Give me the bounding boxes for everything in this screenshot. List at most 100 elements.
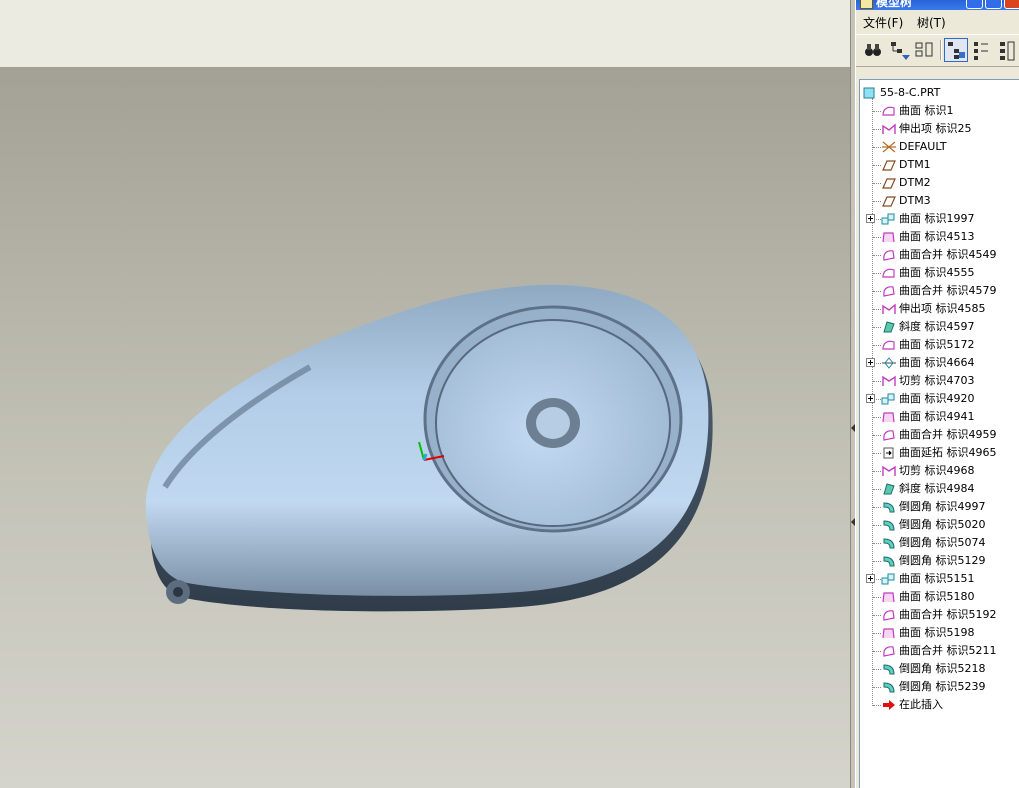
menu-file[interactable]: 文件(F) xyxy=(863,14,903,31)
merge-icon xyxy=(883,250,895,261)
datum-plane-icon xyxy=(882,196,896,207)
close-button[interactable] xyxy=(1004,0,1019,9)
tree-item[interactable]: 曲面 标识5172 xyxy=(860,336,1019,354)
tree-connector xyxy=(873,471,881,472)
tree-item[interactable]: 斜度 标识4597 xyxy=(860,318,1019,336)
maximize-button[interactable] xyxy=(985,0,1002,9)
tree-connector xyxy=(873,147,881,148)
tree-item[interactable]: 伸出项 标识25 xyxy=(860,120,1019,138)
tree-item[interactable]: 曲面合并 标识5211 xyxy=(860,642,1019,660)
part-icon xyxy=(863,87,875,99)
tree-item[interactable]: 曲面合并 标识4579 xyxy=(860,282,1019,300)
sweep-surface-icon xyxy=(882,357,896,369)
tree-item[interactable]: 切剪 标识4968 xyxy=(860,462,1019,480)
find-binoculars-icon[interactable] xyxy=(861,38,885,62)
tree-item[interactable]: 倒圆角 标识5218 xyxy=(860,660,1019,678)
tree-item[interactable]: 倒圆角 标识5239 xyxy=(860,678,1019,696)
collapse-arrow-icon[interactable] xyxy=(851,424,855,432)
toolbar-separator xyxy=(940,40,942,60)
tree-item[interactable]: 曲面 标识4920 xyxy=(860,390,1019,408)
tree-item[interactable]: 倒圆角 标识4997 xyxy=(860,498,1019,516)
tree-item[interactable]: 在此插入 xyxy=(860,696,1019,714)
copy-surface-icon xyxy=(881,573,895,585)
tree-item-label: DTM3 xyxy=(899,194,931,207)
column-display-icon[interactable] xyxy=(996,38,1019,62)
menu-tree[interactable]: 树(T) xyxy=(917,14,946,31)
graphics-viewport[interactable] xyxy=(0,67,850,788)
tree-connector xyxy=(873,417,881,418)
tree-item-label: 倒圆角 标识5020 xyxy=(899,518,986,531)
collapse-arrow-icon[interactable] xyxy=(851,518,855,526)
tree-item[interactable]: DTM1 xyxy=(860,156,1019,174)
tree-item-label: 曲面 标识4664 xyxy=(899,356,975,369)
merge-icon xyxy=(883,430,895,441)
part-model-3d[interactable] xyxy=(0,67,850,788)
model-tree-panel: 模型树 文件(F) 树(T) 55-8-C.PRT 曲面 标识1 伸出项 标识2… xyxy=(856,0,1019,788)
tree-item[interactable]: DTM3 xyxy=(860,192,1019,210)
cut-icon xyxy=(882,465,896,476)
expand-plus-icon[interactable] xyxy=(866,214,875,223)
tree-item[interactable]: 曲面 标识1 xyxy=(860,102,1019,120)
tree-item[interactable]: 曲面合并 标识4959 xyxy=(860,426,1019,444)
tree-root-label: 55-8-C.PRT xyxy=(880,86,941,99)
layer-tree-icon[interactable] xyxy=(970,38,994,62)
expand-plus-icon[interactable] xyxy=(866,574,875,583)
tree-item-label: 曲面 标识4555 xyxy=(899,266,975,279)
boundary-surface-icon xyxy=(882,232,895,243)
tree-connector xyxy=(873,291,881,292)
panel-titlebar[interactable]: 模型树 xyxy=(856,0,1019,10)
tree-item[interactable]: 曲面 标识4555 xyxy=(860,264,1019,282)
round-icon xyxy=(883,556,895,567)
tree-item[interactable]: 曲面延拓 标识4965 xyxy=(860,444,1019,462)
tree-filter-icon[interactable] xyxy=(888,38,912,62)
copy-surface-icon xyxy=(881,393,895,405)
tree-connector xyxy=(873,453,881,454)
model-tree[interactable]: 55-8-C.PRT 曲面 标识1 伸出项 标识25 DEFAULT DTM1 DTM2… xyxy=(859,79,1019,788)
tree-item[interactable]: 斜度 标识4984 xyxy=(860,480,1019,498)
tree-connector xyxy=(873,381,881,382)
tree-connector xyxy=(873,345,881,346)
show-tree-icon[interactable] xyxy=(944,38,968,62)
protrusion-icon xyxy=(882,303,896,314)
merge-icon xyxy=(883,646,895,657)
round-icon xyxy=(883,538,895,549)
tree-item-label: 曲面 标识4941 xyxy=(899,410,975,423)
tree-item[interactable]: 曲面合并 标识4549 xyxy=(860,246,1019,264)
datum-plane-icon xyxy=(882,178,896,189)
tree-item[interactable]: 曲面 标识5198 xyxy=(860,624,1019,642)
tree-item[interactable]: 曲面 标识5180 xyxy=(860,588,1019,606)
tree-item[interactable]: 曲面 标识1997 xyxy=(860,210,1019,228)
tree-item[interactable]: 曲面 标识4664 xyxy=(860,354,1019,372)
tree-item-label: 曲面 标识1997 xyxy=(899,212,975,225)
tree-item[interactable]: 倒圆角 标识5074 xyxy=(860,534,1019,552)
tree-item-label: DTM1 xyxy=(899,158,931,171)
tree-item[interactable]: DEFAULT xyxy=(860,138,1019,156)
surface-icon xyxy=(882,268,895,278)
tree-root[interactable]: 55-8-C.PRT xyxy=(860,84,1019,102)
tree-item-label: 倒圆角 标识4997 xyxy=(899,500,986,513)
tree-item[interactable]: 曲面 标识4513 xyxy=(860,228,1019,246)
minimize-button[interactable] xyxy=(966,0,983,9)
expand-plus-icon[interactable] xyxy=(866,394,875,403)
tree-connector xyxy=(873,615,881,616)
draft-icon xyxy=(883,321,895,333)
tree-item-label: 曲面 标识1 xyxy=(899,104,954,117)
panel-title: 模型树 xyxy=(876,0,913,9)
settings-columns-icon[interactable] xyxy=(913,38,937,62)
tree-item[interactable]: 曲面 标识4941 xyxy=(860,408,1019,426)
tree-item[interactable]: 倒圆角 标识5129 xyxy=(860,552,1019,570)
tree-item[interactable]: 倒圆角 标识5020 xyxy=(860,516,1019,534)
tree-item[interactable]: DTM2 xyxy=(860,174,1019,192)
tree-item[interactable]: 曲面 标识5151 xyxy=(860,570,1019,588)
tree-item-label: 切剪 标识4968 xyxy=(899,464,975,477)
expand-plus-icon[interactable] xyxy=(866,358,875,367)
cover-hub-hole xyxy=(536,407,570,439)
tree-item[interactable]: 曲面合并 标识5192 xyxy=(860,606,1019,624)
tree-item[interactable]: 伸出项 标识4585 xyxy=(860,300,1019,318)
tree-connector xyxy=(873,165,881,166)
csys-z-axis xyxy=(422,453,428,461)
tree-connector xyxy=(873,273,881,274)
tree-connector xyxy=(873,633,881,634)
tree-item[interactable]: 切剪 标识4703 xyxy=(860,372,1019,390)
insert-here-arrow-icon xyxy=(883,700,895,710)
